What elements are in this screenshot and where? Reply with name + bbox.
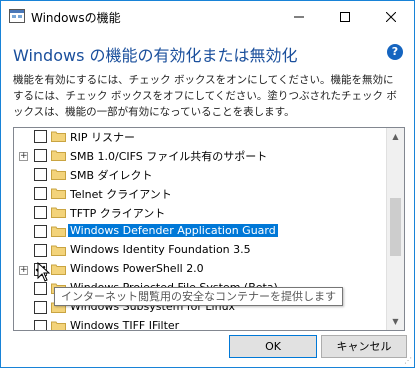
- folder-icon: [51, 207, 66, 218]
- feature-tooltip: インターネット閲覧用の安全なコンテナーを提供します: [54, 287, 343, 306]
- help-icon[interactable]: ?: [387, 44, 403, 60]
- feature-row[interactable]: + Windows PowerShell 2.0: [14, 261, 386, 280]
- feature-checkbox[interactable]: [34, 301, 47, 314]
- folder-icon: [51, 169, 66, 180]
- feature-row[interactable]: Telnet クライアント: [14, 185, 386, 204]
- vertical-scrollbar[interactable]: ▲ ▼: [386, 128, 404, 330]
- feature-label: TFTP クライアント: [70, 207, 166, 220]
- title-bar: Windowsの機能: [1, 1, 414, 32]
- window-title: Windowsの機能: [31, 11, 121, 25]
- feature-row[interactable]: Windows TIFF IFilter: [14, 318, 386, 331]
- close-button[interactable]: [368, 1, 414, 32]
- feature-label: Windows Identity Foundation 3.5: [70, 243, 251, 256]
- feature-checkbox[interactable]: [34, 130, 47, 143]
- scroll-up-icon[interactable]: ▲: [387, 128, 404, 145]
- folder-icon: [51, 321, 66, 330]
- folder-icon: [51, 131, 66, 142]
- close-icon: [386, 11, 396, 22]
- feature-checkbox[interactable]: [34, 282, 47, 295]
- feature-checkbox[interactable]: [34, 149, 47, 162]
- minimize-icon: [294, 16, 304, 17]
- feature-label: Windows Defender Application Guard: [68, 224, 278, 237]
- minimize-button[interactable]: [276, 1, 322, 32]
- feature-row[interactable]: + SMB 1.0/CIFS ファイル共有のサポート: [14, 147, 386, 166]
- resize-grip-icon[interactable]: ⋰: [404, 356, 412, 365]
- feature-checkbox[interactable]: [34, 187, 47, 200]
- windows-features-dialog: Windowsの機能 Windows の機能の有効化または無効化 ? 機能を有効…: [0, 0, 415, 368]
- feature-row[interactable]: TFTP クライアント: [14, 204, 386, 223]
- feature-row[interactable]: RIP リスナー: [14, 128, 386, 147]
- description-text: 機能を有効にするには、チェック ボックスをオンにしてください。機能を無効にするに…: [13, 74, 397, 118]
- feature-checkbox[interactable]: [34, 225, 47, 238]
- folder-icon: [51, 226, 66, 237]
- feature-checkbox[interactable]: [34, 320, 47, 330]
- maximize-icon: [340, 11, 350, 22]
- feature-label: Windows PowerShell 2.0: [70, 262, 204, 275]
- feature-row[interactable]: SMB ダイレクト: [14, 166, 386, 185]
- maximize-button[interactable]: [322, 1, 368, 32]
- feature-checkbox[interactable]: [34, 244, 47, 257]
- expand-icon[interactable]: +: [19, 152, 28, 161]
- feature-label: Telnet クライアント: [70, 188, 172, 201]
- feature-row[interactable]: Windows Defender Application Guard: [14, 223, 386, 242]
- feature-row[interactable]: Windows Identity Foundation 3.5: [14, 242, 386, 261]
- dialog-content: Windows の機能の有効化または無効化 ? 機能を有効にするには、チェック …: [1, 32, 414, 367]
- folder-icon: [51, 188, 66, 199]
- feature-label: Windows TIFF IFilter: [70, 319, 180, 331]
- folder-icon: [51, 264, 66, 275]
- expand-icon[interactable]: +: [19, 266, 28, 275]
- feature-label: SMB 1.0/CIFS ファイル共有のサポート: [70, 150, 268, 163]
- mouse-cursor-icon: [37, 262, 51, 282]
- feature-checkbox[interactable]: [34, 206, 47, 219]
- scrollbar-thumb[interactable]: [390, 198, 401, 256]
- scroll-down-icon[interactable]: ▼: [387, 313, 404, 330]
- ok-button[interactable]: OK: [229, 335, 317, 358]
- windows-features-icon: [9, 9, 25, 23]
- feature-label: SMB ダイレクト: [70, 169, 153, 182]
- cancel-button[interactable]: キャンセル: [321, 335, 407, 358]
- page-title: Windows の機能の有効化または無効化: [13, 46, 298, 65]
- feature-label: RIP リスナー: [70, 131, 136, 144]
- folder-icon: [51, 245, 66, 256]
- feature-checkbox[interactable]: [34, 168, 47, 181]
- folder-icon: [51, 150, 66, 161]
